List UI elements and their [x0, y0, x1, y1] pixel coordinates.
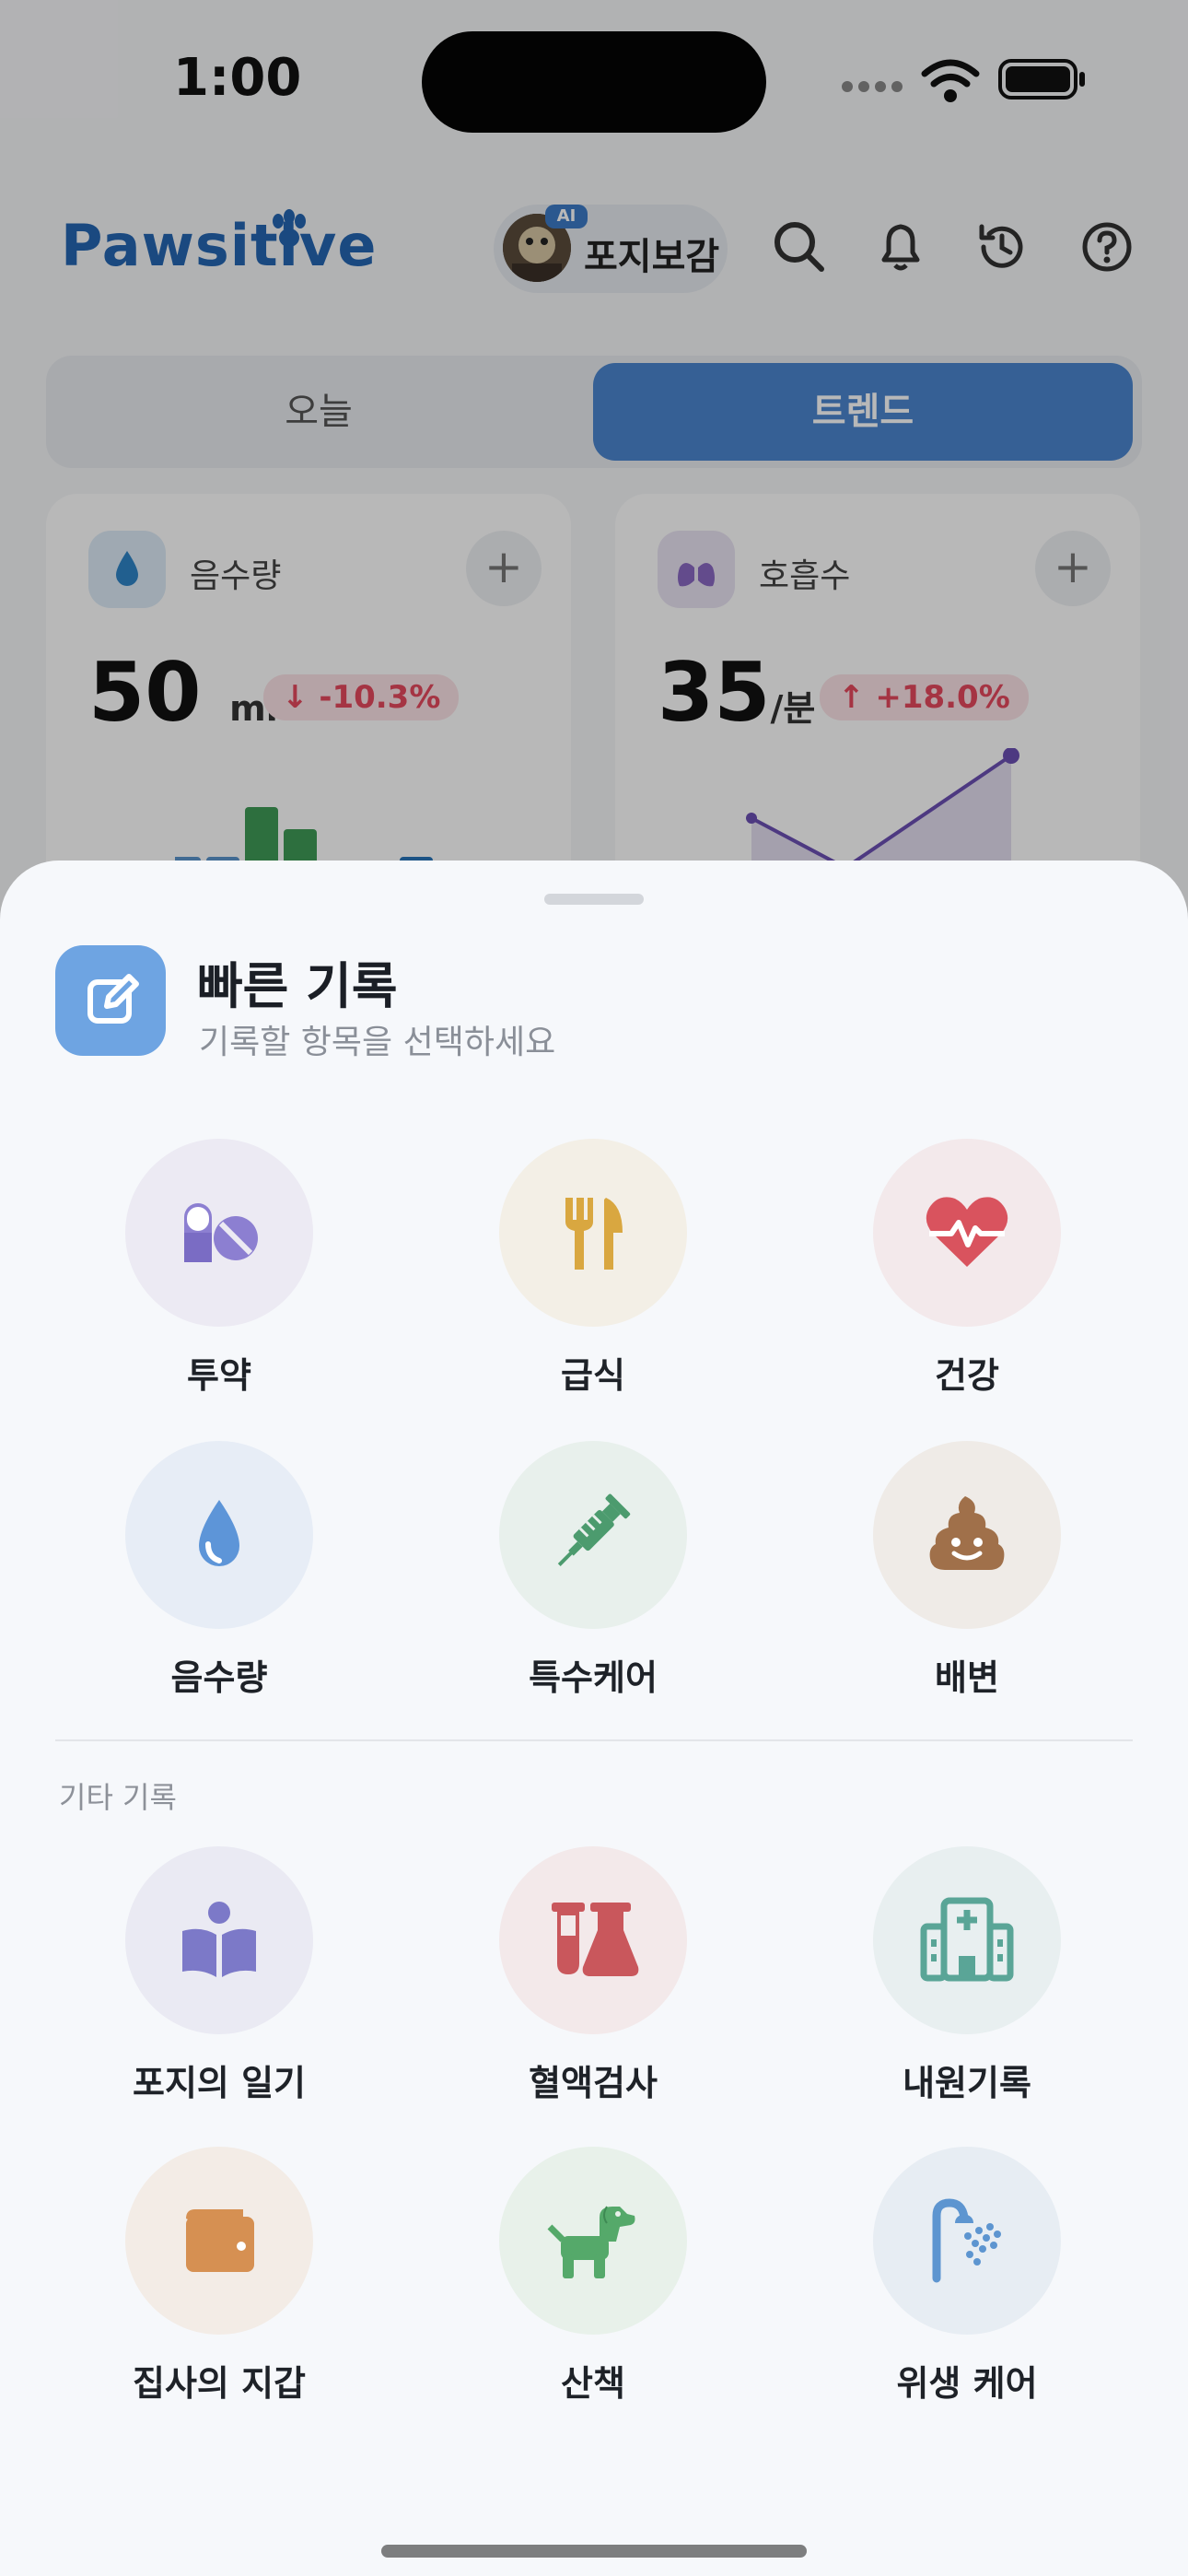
tile-circle	[499, 2147, 687, 2335]
reading-person-icon	[182, 1902, 256, 1977]
tile-circle	[499, 1441, 687, 1629]
record-hospital-visit-button[interactable]: 내원기록	[801, 1846, 1133, 2105]
tile-label: 투약	[187, 1355, 251, 1396]
hospital-icon	[920, 1897, 1014, 1982]
tile-circle	[125, 1441, 313, 1629]
sheet-grabber[interactable]	[544, 894, 644, 905]
record-meal-button[interactable]: 급식	[427, 1139, 759, 1398]
tile-circle	[125, 2147, 313, 2335]
poop-icon	[929, 1496, 1005, 1570]
syringe-icon	[557, 1493, 631, 1566]
pills-icon	[184, 1203, 258, 1262]
record-wallet-button[interactable]: 집사의 지갑	[53, 2147, 385, 2406]
tile-label: 음수량	[170, 1657, 268, 1698]
dog-icon	[547, 2206, 635, 2278]
tile-circle	[873, 1846, 1061, 2034]
sheet-subtitle: 기록할 항목을 선택하세요	[199, 1024, 556, 1061]
home-indicator	[381, 2545, 807, 2558]
record-diary-button[interactable]: 포지의 일기	[53, 1846, 385, 2105]
tile-label: 배변	[935, 1657, 999, 1698]
record-health-button[interactable]: 건강	[801, 1139, 1133, 1398]
edit-icon	[55, 945, 166, 1056]
tile-label: 내원기록	[903, 2063, 1031, 2103]
record-special-care-button[interactable]: 특수케어	[427, 1441, 759, 1700]
tile-label: 급식	[561, 1355, 625, 1396]
tile-circle	[125, 1139, 313, 1327]
tile-label: 집사의 지갑	[132, 2363, 307, 2404]
record-water-button[interactable]: 음수량	[53, 1441, 385, 1700]
shower-icon	[932, 2198, 1001, 2283]
flask-icon	[552, 1903, 639, 1976]
heart-pulse-icon	[926, 1197, 1008, 1267]
quick-record-sheet: 빠른 기록 기록할 항목을 선택하세요 투약 급식 건강 음수량 특수케어 배변…	[0, 861, 1188, 2576]
tile-circle	[873, 1441, 1061, 1629]
fork-knife-icon	[565, 1198, 623, 1270]
section-label: 기타 기록	[59, 1780, 177, 1815]
water-drop-icon	[199, 1500, 239, 1566]
record-blood-test-button[interactable]: 혈액검사	[427, 1846, 759, 2105]
tile-label: 위생 케어	[896, 2363, 1038, 2404]
tile-label: 산책	[561, 2363, 625, 2404]
section-divider	[55, 1739, 1133, 1741]
record-medication-button[interactable]: 투약	[53, 1139, 385, 1398]
tile-label: 혈액검사	[529, 2063, 658, 2103]
tile-label: 포지의 일기	[132, 2063, 307, 2103]
wallet-icon	[186, 2209, 254, 2272]
record-hygiene-button[interactable]: 위생 케어	[801, 2147, 1133, 2406]
tile-circle	[125, 1846, 313, 2034]
tile-circle	[873, 1139, 1061, 1327]
tile-label: 특수케어	[529, 1657, 658, 1698]
tile-circle	[873, 2147, 1061, 2335]
sheet-title: 빠른 기록	[197, 957, 398, 1015]
record-walk-button[interactable]: 산책	[427, 2147, 759, 2406]
tile-label: 건강	[935, 1355, 999, 1396]
tile-circle	[499, 1139, 687, 1327]
record-stool-button[interactable]: 배변	[801, 1441, 1133, 1700]
tile-circle	[499, 1846, 687, 2034]
